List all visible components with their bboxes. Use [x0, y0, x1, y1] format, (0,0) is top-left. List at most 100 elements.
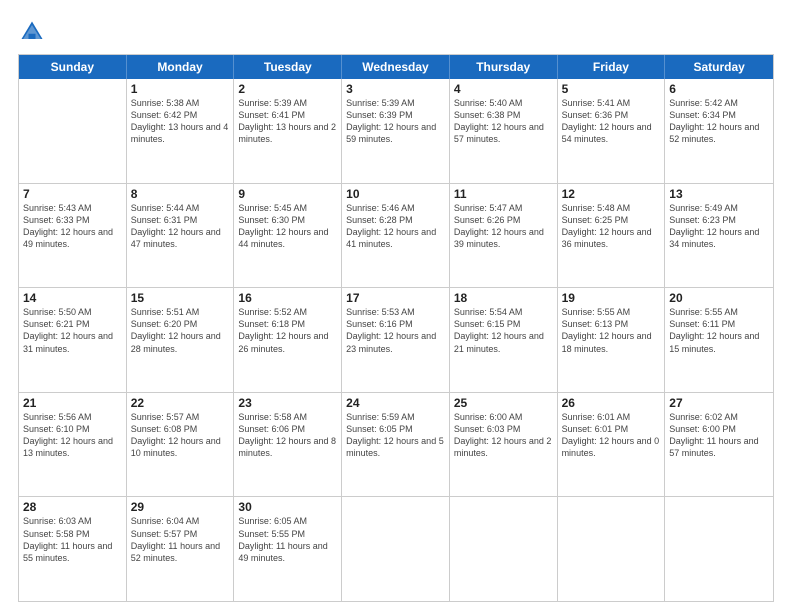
day-number: 19 — [562, 291, 661, 305]
day-number: 20 — [669, 291, 769, 305]
cell-info: Sunrise: 6:03 AMSunset: 5:58 PMDaylight:… — [23, 515, 122, 564]
cell-info: Sunrise: 5:44 AMSunset: 6:31 PMDaylight:… — [131, 202, 230, 251]
calendar-row-1: 1Sunrise: 5:38 AMSunset: 6:42 PMDaylight… — [19, 79, 773, 184]
calendar-cell-day-8: 8Sunrise: 5:44 AMSunset: 6:31 PMDaylight… — [127, 184, 235, 288]
day-number: 21 — [23, 396, 122, 410]
calendar-cell-empty — [665, 497, 773, 601]
day-number: 17 — [346, 291, 445, 305]
day-number: 6 — [669, 82, 769, 96]
cell-info: Sunrise: 5:43 AMSunset: 6:33 PMDaylight:… — [23, 202, 122, 251]
cell-info: Sunrise: 5:49 AMSunset: 6:23 PMDaylight:… — [669, 202, 769, 251]
day-number: 23 — [238, 396, 337, 410]
day-number: 26 — [562, 396, 661, 410]
calendar-cell-day-15: 15Sunrise: 5:51 AMSunset: 6:20 PMDayligh… — [127, 288, 235, 392]
calendar-header: SundayMondayTuesdayWednesdayThursdayFrid… — [19, 55, 773, 79]
calendar-cell-day-25: 25Sunrise: 6:00 AMSunset: 6:03 PMDayligh… — [450, 393, 558, 497]
weekday-header-friday: Friday — [558, 55, 666, 79]
cell-info: Sunrise: 5:38 AMSunset: 6:42 PMDaylight:… — [131, 97, 230, 146]
calendar-cell-day-26: 26Sunrise: 6:01 AMSunset: 6:01 PMDayligh… — [558, 393, 666, 497]
calendar-cell-day-27: 27Sunrise: 6:02 AMSunset: 6:00 PMDayligh… — [665, 393, 773, 497]
day-number: 13 — [669, 187, 769, 201]
calendar-cell-day-30: 30Sunrise: 6:05 AMSunset: 5:55 PMDayligh… — [234, 497, 342, 601]
cell-info: Sunrise: 5:42 AMSunset: 6:34 PMDaylight:… — [669, 97, 769, 146]
weekday-header-sunday: Sunday — [19, 55, 127, 79]
day-number: 11 — [454, 187, 553, 201]
cell-info: Sunrise: 6:04 AMSunset: 5:57 PMDaylight:… — [131, 515, 230, 564]
calendar-cell-day-12: 12Sunrise: 5:48 AMSunset: 6:25 PMDayligh… — [558, 184, 666, 288]
day-number: 30 — [238, 500, 337, 514]
calendar-cell-day-20: 20Sunrise: 5:55 AMSunset: 6:11 PMDayligh… — [665, 288, 773, 392]
day-number: 9 — [238, 187, 337, 201]
cell-info: Sunrise: 5:59 AMSunset: 6:05 PMDaylight:… — [346, 411, 445, 460]
calendar-cell-day-24: 24Sunrise: 5:59 AMSunset: 6:05 PMDayligh… — [342, 393, 450, 497]
day-number: 8 — [131, 187, 230, 201]
calendar-cell-day-23: 23Sunrise: 5:58 AMSunset: 6:06 PMDayligh… — [234, 393, 342, 497]
cell-info: Sunrise: 5:47 AMSunset: 6:26 PMDaylight:… — [454, 202, 553, 251]
weekday-header-thursday: Thursday — [450, 55, 558, 79]
calendar-cell-day-21: 21Sunrise: 5:56 AMSunset: 6:10 PMDayligh… — [19, 393, 127, 497]
calendar-cell-day-7: 7Sunrise: 5:43 AMSunset: 6:33 PMDaylight… — [19, 184, 127, 288]
cell-info: Sunrise: 6:01 AMSunset: 6:01 PMDaylight:… — [562, 411, 661, 460]
day-number: 24 — [346, 396, 445, 410]
cell-info: Sunrise: 5:55 AMSunset: 6:13 PMDaylight:… — [562, 306, 661, 355]
cell-info: Sunrise: 5:52 AMSunset: 6:18 PMDaylight:… — [238, 306, 337, 355]
calendar-row-4: 21Sunrise: 5:56 AMSunset: 6:10 PMDayligh… — [19, 393, 773, 498]
day-number: 15 — [131, 291, 230, 305]
calendar-cell-day-14: 14Sunrise: 5:50 AMSunset: 6:21 PMDayligh… — [19, 288, 127, 392]
cell-info: Sunrise: 5:50 AMSunset: 6:21 PMDaylight:… — [23, 306, 122, 355]
cell-info: Sunrise: 5:56 AMSunset: 6:10 PMDaylight:… — [23, 411, 122, 460]
calendar-cell-day-4: 4Sunrise: 5:40 AMSunset: 6:38 PMDaylight… — [450, 79, 558, 183]
calendar-cell-day-11: 11Sunrise: 5:47 AMSunset: 6:26 PMDayligh… — [450, 184, 558, 288]
cell-info: Sunrise: 5:45 AMSunset: 6:30 PMDaylight:… — [238, 202, 337, 251]
day-number: 12 — [562, 187, 661, 201]
calendar-row-2: 7Sunrise: 5:43 AMSunset: 6:33 PMDaylight… — [19, 184, 773, 289]
cell-info: Sunrise: 6:00 AMSunset: 6:03 PMDaylight:… — [454, 411, 553, 460]
calendar-cell-day-5: 5Sunrise: 5:41 AMSunset: 6:36 PMDaylight… — [558, 79, 666, 183]
cell-info: Sunrise: 6:05 AMSunset: 5:55 PMDaylight:… — [238, 515, 337, 564]
cell-info: Sunrise: 5:57 AMSunset: 6:08 PMDaylight:… — [131, 411, 230, 460]
calendar-cell-day-18: 18Sunrise: 5:54 AMSunset: 6:15 PMDayligh… — [450, 288, 558, 392]
day-number: 1 — [131, 82, 230, 96]
calendar-cell-day-17: 17Sunrise: 5:53 AMSunset: 6:16 PMDayligh… — [342, 288, 450, 392]
day-number: 27 — [669, 396, 769, 410]
cell-info: Sunrise: 5:40 AMSunset: 6:38 PMDaylight:… — [454, 97, 553, 146]
day-number: 18 — [454, 291, 553, 305]
header — [18, 18, 774, 46]
weekday-header-saturday: Saturday — [665, 55, 773, 79]
cell-info: Sunrise: 5:58 AMSunset: 6:06 PMDaylight:… — [238, 411, 337, 460]
day-number: 4 — [454, 82, 553, 96]
day-number: 28 — [23, 500, 122, 514]
calendar-cell-day-16: 16Sunrise: 5:52 AMSunset: 6:18 PMDayligh… — [234, 288, 342, 392]
cell-info: Sunrise: 5:46 AMSunset: 6:28 PMDaylight:… — [346, 202, 445, 251]
day-number: 29 — [131, 500, 230, 514]
calendar-cell-day-1: 1Sunrise: 5:38 AMSunset: 6:42 PMDaylight… — [127, 79, 235, 183]
calendar-cell-day-13: 13Sunrise: 5:49 AMSunset: 6:23 PMDayligh… — [665, 184, 773, 288]
cell-info: Sunrise: 5:55 AMSunset: 6:11 PMDaylight:… — [669, 306, 769, 355]
calendar-cell-day-19: 19Sunrise: 5:55 AMSunset: 6:13 PMDayligh… — [558, 288, 666, 392]
calendar-cell-empty — [342, 497, 450, 601]
weekday-header-tuesday: Tuesday — [234, 55, 342, 79]
calendar-cell-day-29: 29Sunrise: 6:04 AMSunset: 5:57 PMDayligh… — [127, 497, 235, 601]
day-number: 2 — [238, 82, 337, 96]
calendar-row-5: 28Sunrise: 6:03 AMSunset: 5:58 PMDayligh… — [19, 497, 773, 601]
calendar-cell-day-2: 2Sunrise: 5:39 AMSunset: 6:41 PMDaylight… — [234, 79, 342, 183]
calendar-cell-day-28: 28Sunrise: 6:03 AMSunset: 5:58 PMDayligh… — [19, 497, 127, 601]
cell-info: Sunrise: 6:02 AMSunset: 6:00 PMDaylight:… — [669, 411, 769, 460]
calendar-cell-empty — [19, 79, 127, 183]
weekday-header-monday: Monday — [127, 55, 235, 79]
calendar-cell-day-9: 9Sunrise: 5:45 AMSunset: 6:30 PMDaylight… — [234, 184, 342, 288]
calendar-row-3: 14Sunrise: 5:50 AMSunset: 6:21 PMDayligh… — [19, 288, 773, 393]
cell-info: Sunrise: 5:54 AMSunset: 6:15 PMDaylight:… — [454, 306, 553, 355]
cell-info: Sunrise: 5:48 AMSunset: 6:25 PMDaylight:… — [562, 202, 661, 251]
cell-info: Sunrise: 5:51 AMSunset: 6:20 PMDaylight:… — [131, 306, 230, 355]
calendar-cell-empty — [450, 497, 558, 601]
day-number: 7 — [23, 187, 122, 201]
day-number: 5 — [562, 82, 661, 96]
day-number: 10 — [346, 187, 445, 201]
calendar: SundayMondayTuesdayWednesdayThursdayFrid… — [18, 54, 774, 602]
calendar-cell-day-22: 22Sunrise: 5:57 AMSunset: 6:08 PMDayligh… — [127, 393, 235, 497]
day-number: 16 — [238, 291, 337, 305]
calendar-cell-day-10: 10Sunrise: 5:46 AMSunset: 6:28 PMDayligh… — [342, 184, 450, 288]
weekday-header-wednesday: Wednesday — [342, 55, 450, 79]
logo — [18, 18, 50, 46]
